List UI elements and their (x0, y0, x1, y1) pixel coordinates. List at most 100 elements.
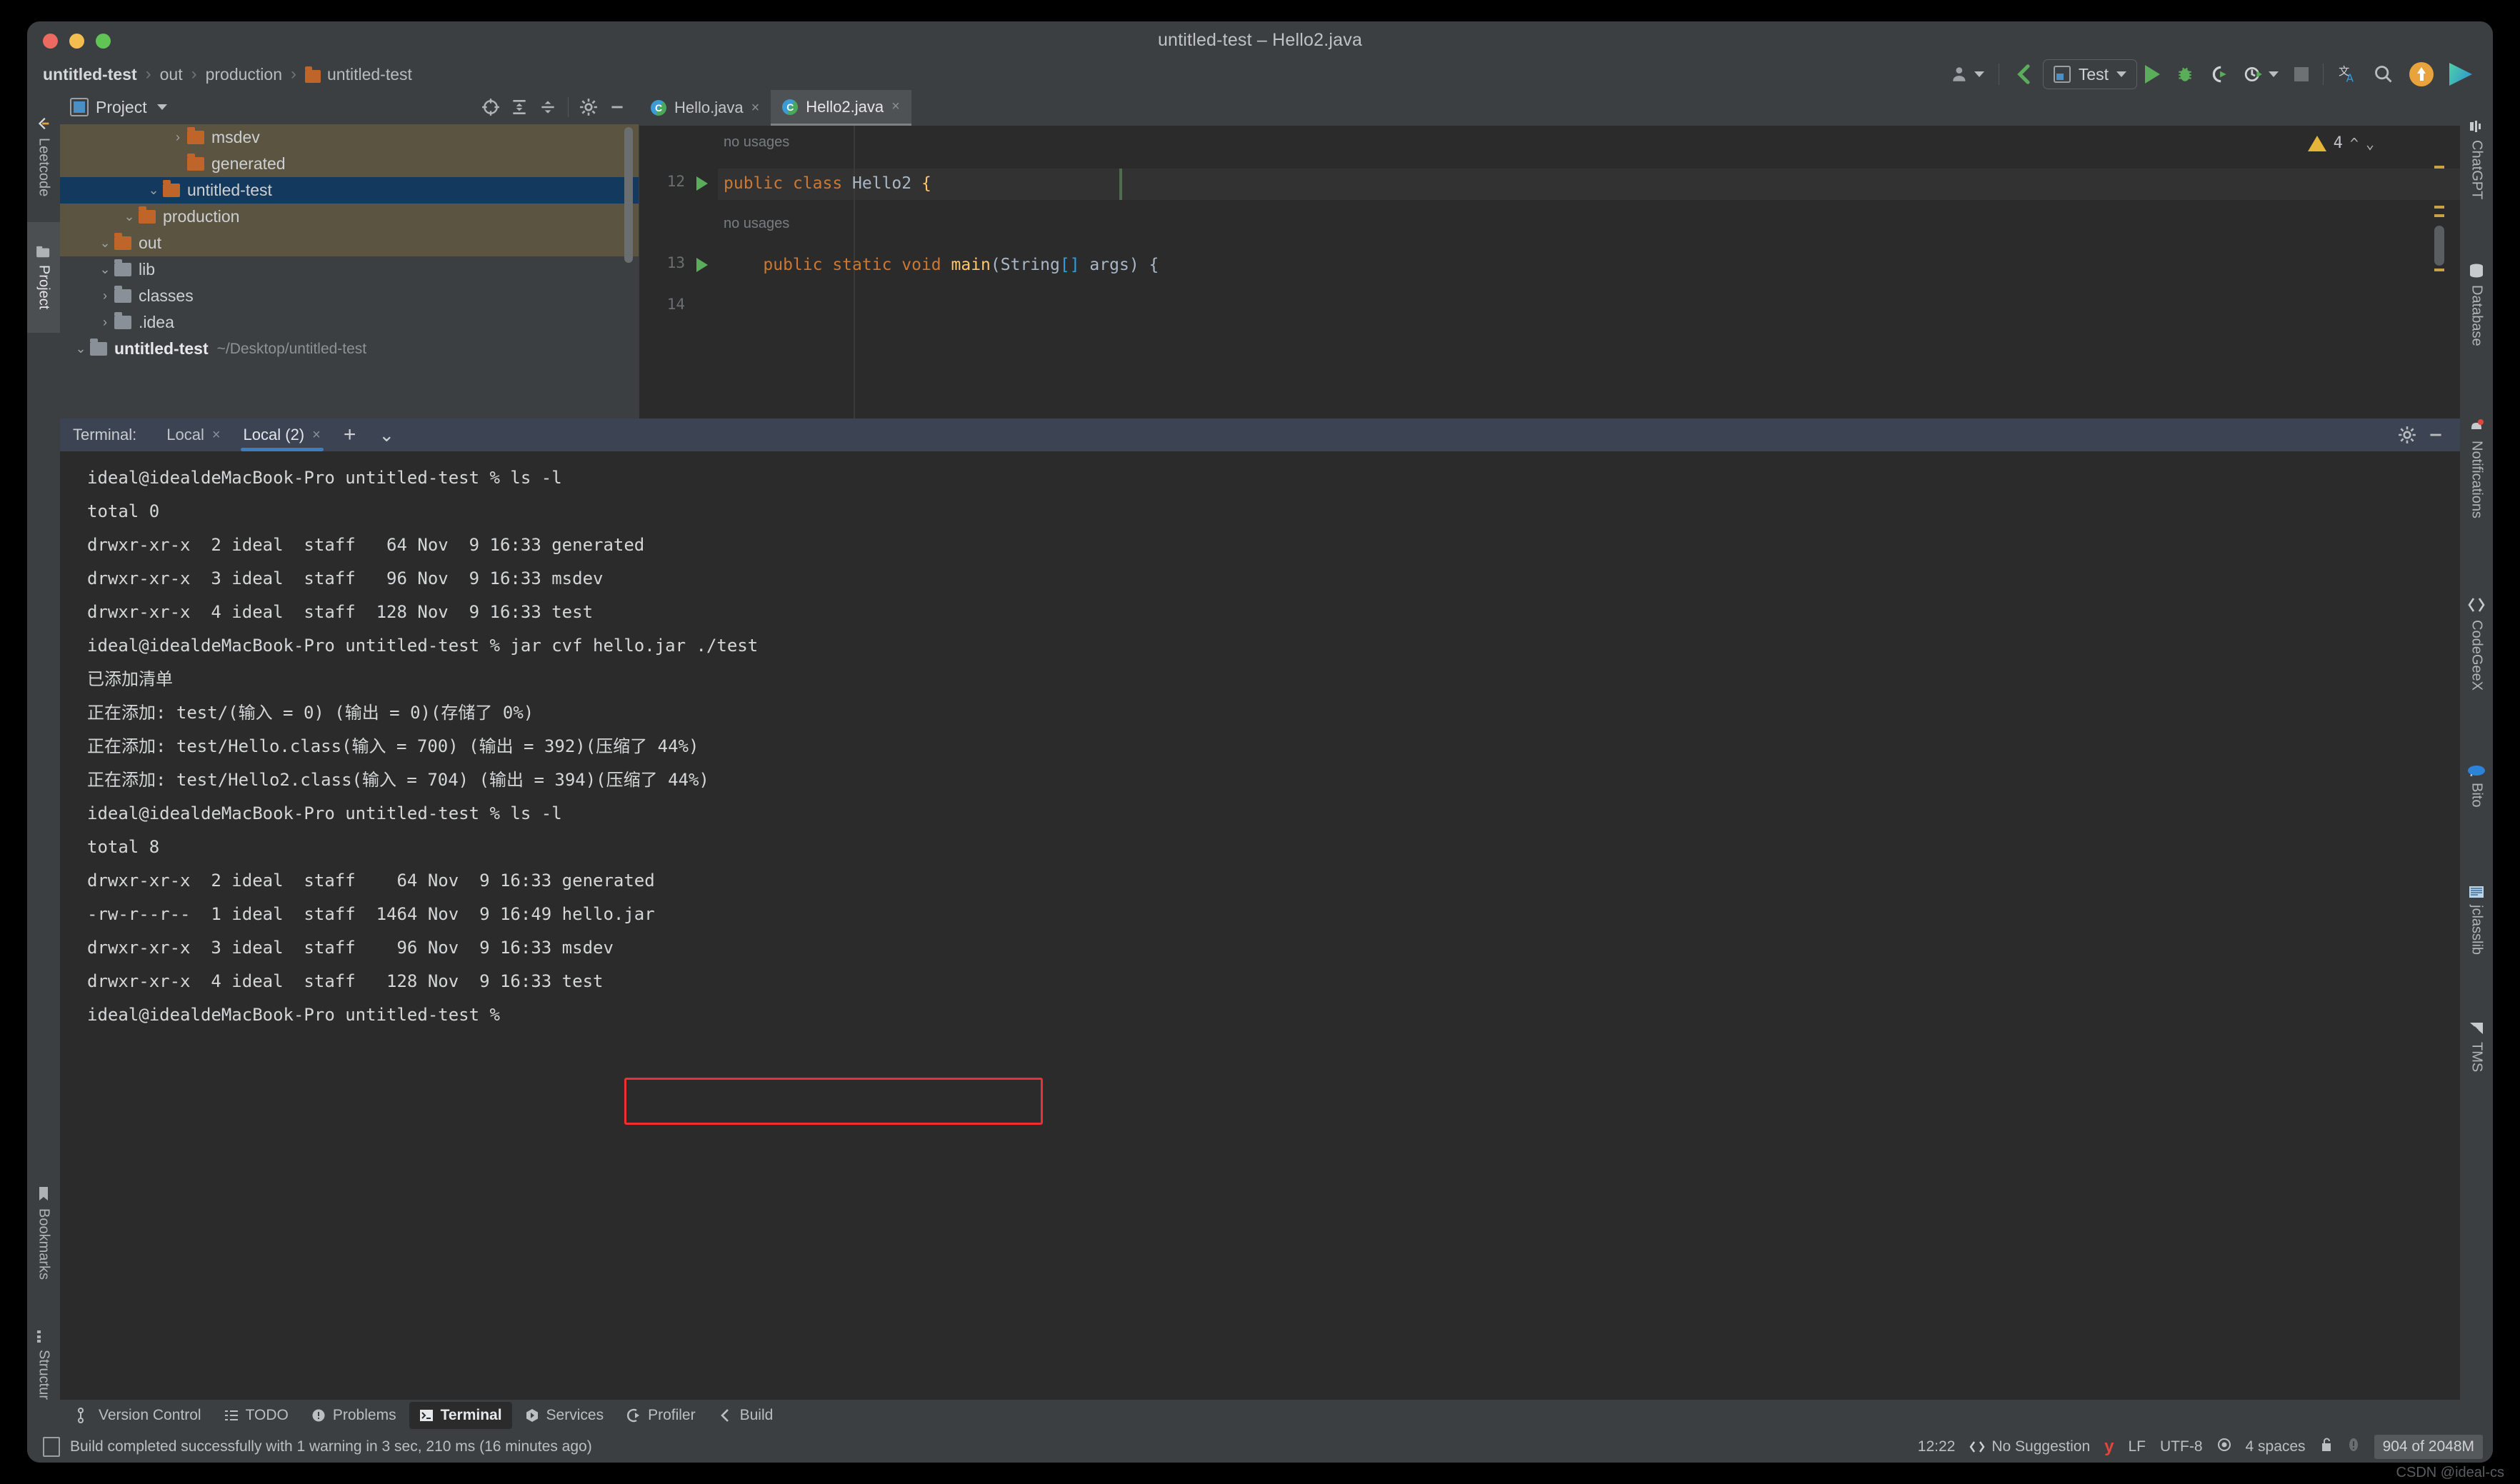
sidebar-item-jclasslib[interactable]: jclasslib (2460, 843, 2493, 997)
sidebar-item-codegeex[interactable]: CodeGeeX (2460, 558, 2493, 729)
leetcode-icon (38, 117, 49, 129)
chevron-down-icon[interactable]: ⌄ (97, 262, 113, 277)
sidebar-item-leetcode[interactable]: Leetcode (27, 90, 60, 222)
warning-icon (2307, 135, 2326, 151)
lock-icon[interactable] (2320, 1437, 2333, 1457)
close-icon[interactable]: × (751, 100, 760, 116)
tree-row-untitled-test[interactable]: ⌄ untitled-test (60, 177, 639, 204)
chevron-down-icon[interactable]: ⌄ (146, 183, 161, 198)
settings-gear-icon[interactable] (574, 93, 603, 121)
close-icon[interactable]: × (212, 427, 221, 443)
settings-gear-icon[interactable] (2393, 421, 2421, 449)
chevron-right-icon[interactable]: › (170, 130, 186, 145)
bottom-item-version-control[interactable]: Version Control (67, 1402, 211, 1429)
chevron-down-icon[interactable]: ⌄ (73, 341, 89, 356)
bottom-item-build[interactable]: Build (709, 1402, 784, 1429)
bottom-item-services[interactable]: Services (515, 1402, 614, 1429)
stop-button[interactable] (2286, 54, 2316, 94)
run-gutter-icon[interactable] (696, 258, 708, 272)
tree-row-msdev[interactable]: › msdev (60, 124, 639, 151)
user-icon[interactable] (1944, 54, 1992, 94)
git-branch-icon[interactable] (2006, 54, 2043, 94)
minimize-icon[interactable] (2421, 421, 2450, 449)
project-tree-scrollbar[interactable] (624, 127, 633, 263)
sidebar-item-bito[interactable]: </> Bito (2460, 729, 2493, 843)
services-icon (526, 1409, 538, 1422)
chevron-up-icon[interactable]: ^ (2350, 135, 2359, 152)
run-gutter-icon[interactable] (696, 176, 708, 191)
tree-row-path: ~/Desktop/untitled-test (216, 340, 367, 357)
breadcrumb-item-3[interactable]: untitled-test (327, 65, 412, 84)
terminal-line: total 8 (87, 837, 160, 857)
terminal-dropdown-button[interactable]: ⌄ (367, 418, 406, 451)
chevron-down-icon[interactable]: ⌄ (2366, 135, 2374, 152)
tab-hello-java[interactable]: Hello.java × (639, 90, 771, 126)
tree-row-out[interactable]: ⌄ out (60, 230, 639, 256)
breadcrumb-item-2[interactable]: production (206, 65, 282, 84)
code-line-12: public class Hello2 { (724, 174, 931, 193)
terminal-tab-local-2[interactable]: Local (2) × (232, 418, 332, 451)
config-icon (2053, 66, 2071, 83)
sidebar-item-tms[interactable]: TMS (2460, 997, 2493, 1097)
chevron-down-icon[interactable]: ⌄ (121, 209, 137, 224)
tab-hello2-java[interactable]: Hello2.java × (771, 90, 911, 126)
plus-icon: + (343, 423, 356, 446)
svg-text:A: A (2346, 72, 2354, 85)
terminal-tab-label: Local (2) (243, 426, 305, 443)
update-icon[interactable] (2401, 54, 2441, 94)
chevron-down-icon[interactable]: ⌄ (97, 236, 113, 251)
memory-indicator[interactable]: 904 of 2048M (2374, 1435, 2483, 1459)
left-tool-strip: Leetcode Project Bookmarks Structure (27, 90, 61, 1431)
terminal-tab-local[interactable]: Local × (155, 418, 231, 451)
run-configuration-selector[interactable]: Test (2042, 59, 2137, 89)
run-with-coverage-button[interactable] (2202, 54, 2236, 94)
close-icon[interactable]: × (891, 99, 900, 115)
tree-row-production[interactable]: ⌄ production (60, 204, 639, 230)
sidebar-item-database[interactable]: Database (2460, 229, 2493, 379)
debug-button[interactable] (2168, 54, 2202, 94)
project-tree[interactable]: › msdev generated ⌄ untitled-test ⌄ production… (60, 124, 639, 418)
status-encoding[interactable]: UTF-8 (2160, 1438, 2203, 1455)
bottom-item-todo[interactable]: TODO (214, 1402, 299, 1429)
translate-icon[interactable]: 文A (2330, 54, 2366, 94)
tree-row-untitled-test[interactable]: ⌄ untitled-test ~/Desktop/untitled-test (60, 336, 639, 362)
expand-all-icon[interactable] (505, 93, 534, 121)
search-icon[interactable] (2366, 54, 2401, 94)
status-inspection-icon[interactable] (2217, 1438, 2231, 1456)
chevron-down-icon[interactable] (156, 104, 167, 110)
sidebar-item-notifications[interactable]: Notifications (2460, 379, 2493, 558)
status-indent[interactable]: 4 spaces (2246, 1438, 2306, 1455)
locate-icon[interactable] (476, 93, 505, 121)
tree-row-classes[interactable]: › classes (60, 283, 639, 309)
codegeex-icon (2468, 598, 2485, 612)
editor-gutter[interactable]: 12 13 14 (639, 126, 718, 418)
status-plugin-icon[interactable]: y (2104, 1437, 2114, 1457)
status-warning-icon[interactable] (2347, 1437, 2360, 1457)
sidebar-item-bookmarks[interactable]: Bookmarks (27, 1167, 60, 1299)
status-suggestion[interactable]: No Suggestion (1969, 1438, 2090, 1455)
terminal-output[interactable]: ideal@idealdeMacBook-Pro untitled-test %… (60, 451, 2460, 1400)
collapse-all-icon[interactable] (534, 93, 562, 121)
minimize-icon[interactable] (603, 93, 631, 121)
sidebar-item-chatgpt[interactable]: ChatGPT (2460, 90, 2493, 229)
profile-button[interactable] (2236, 54, 2286, 94)
chevron-right-icon[interactable]: › (97, 315, 113, 330)
chevron-right-icon[interactable]: › (97, 289, 113, 304)
new-terminal-button[interactable]: + (332, 418, 368, 451)
breadcrumb-item-1[interactable]: out (160, 65, 183, 84)
terminal-line: drwxr-xr-x 2 ideal staff 64 Nov 9 16:33 … (87, 871, 655, 891)
tree-row-generated[interactable]: generated (60, 151, 639, 177)
breadcrumb-item-0[interactable]: untitled-test (43, 65, 137, 84)
bottom-item-terminal[interactable]: Terminal (409, 1402, 512, 1429)
sidebar-item-project[interactable]: Project (27, 222, 60, 333)
bottom-item-profiler[interactable]: Profiler (616, 1402, 706, 1429)
inspection-widget[interactable]: 4 ^ ⌄ (2307, 134, 2374, 152)
bottom-item-problems[interactable]: Problems (301, 1402, 406, 1429)
code-view[interactable]: 12 13 14 no usages public class Hello2 {… (639, 126, 2460, 418)
tree-row-lib[interactable]: ⌄ lib (60, 256, 639, 283)
status-line-separator[interactable]: LF (2128, 1438, 2146, 1455)
close-icon[interactable]: × (312, 427, 321, 443)
run-button[interactable] (2137, 54, 2168, 94)
editor-marker-bar[interactable] (2434, 126, 2444, 418)
tree-row--idea[interactable]: › .idea (60, 309, 639, 336)
